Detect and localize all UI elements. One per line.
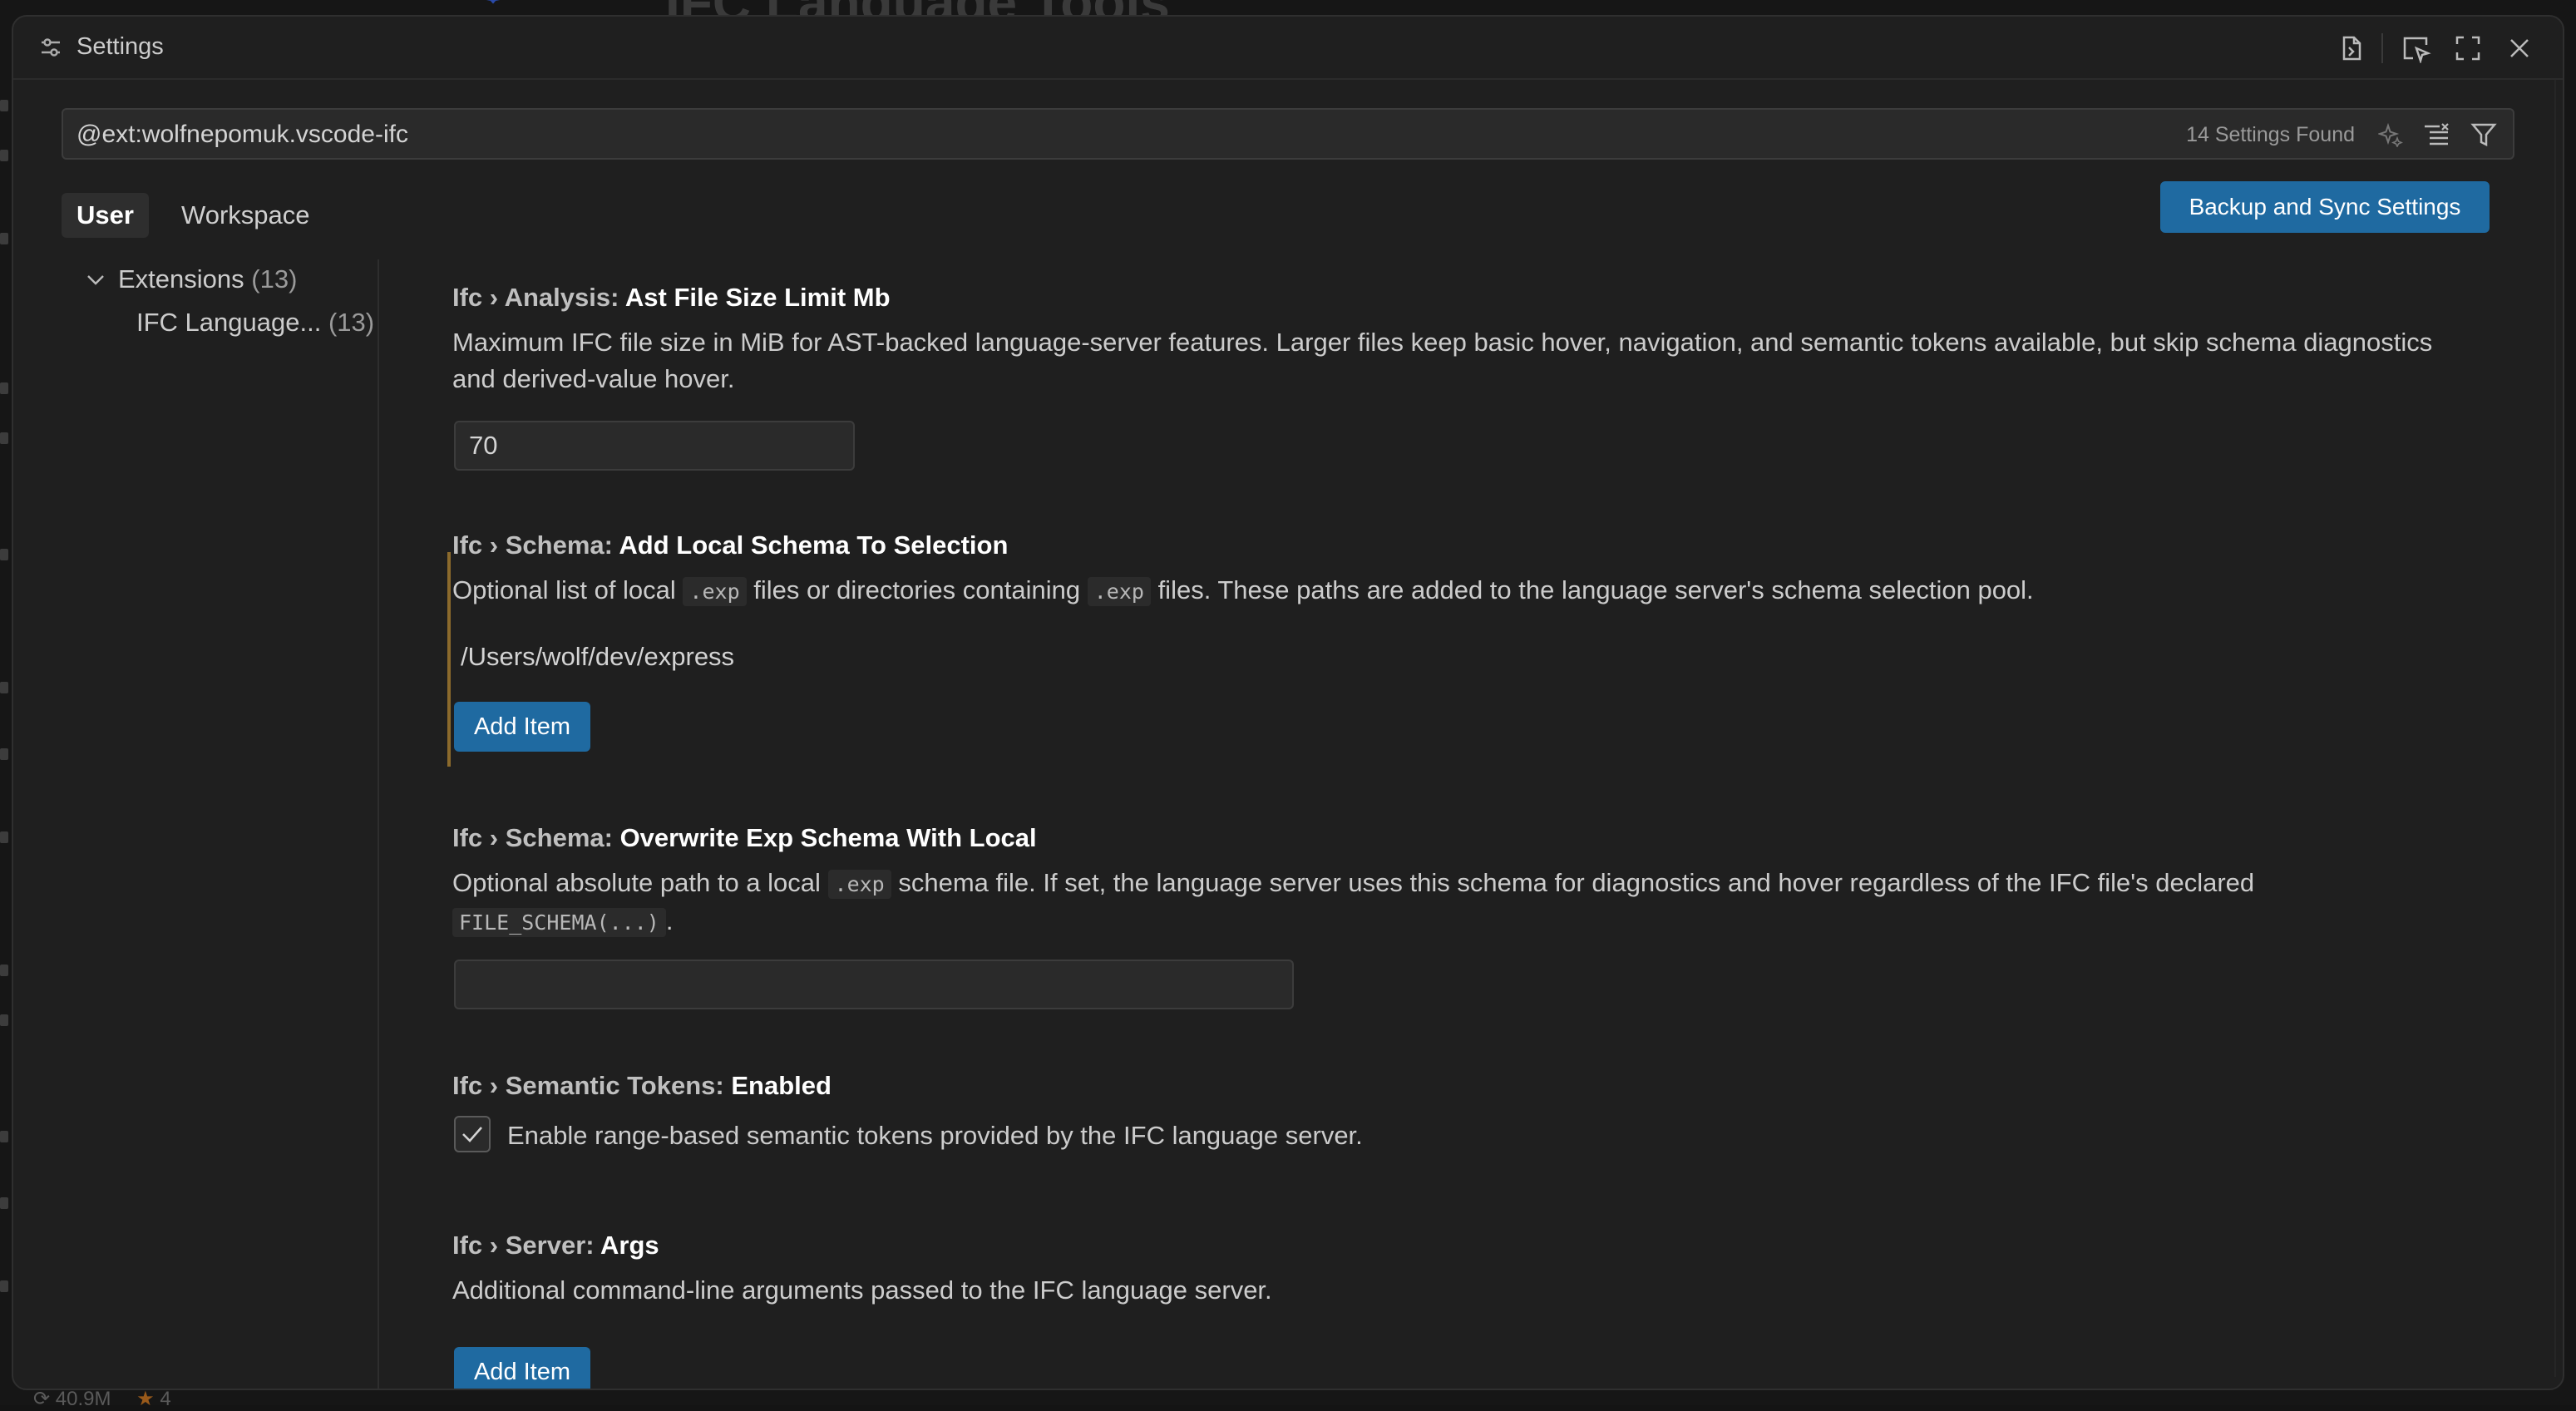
add-schema-item-button[interactable]: Add Item xyxy=(454,702,590,752)
open-json-icon xyxy=(2342,36,2361,61)
filter-icon xyxy=(2470,123,2497,147)
setting-name: Add Local Schema To Selection xyxy=(619,530,1009,560)
background-sidebar-fragments xyxy=(0,83,10,1380)
setting-header: Ifc › Semantic Tokens: Enabled xyxy=(452,1071,2498,1101)
clear-filter-icon xyxy=(2425,123,2449,146)
tree-extensions[interactable]: Extensions (13) xyxy=(85,264,297,294)
background-status: ⟳ 40.9M ★ 4 xyxy=(33,1387,171,1411)
select-element-button[interactable] xyxy=(2398,30,2435,67)
downloads-icon: ⟳ xyxy=(33,1388,51,1410)
setting-name: Enabled xyxy=(731,1071,832,1100)
schema-list-item[interactable]: /Users/wolf/dev/express xyxy=(461,642,734,672)
setting-header: Ifc › Schema: Add Local Schema To Select… xyxy=(452,530,2498,560)
setting-name: Overwrite Exp Schema With Local xyxy=(619,823,1037,852)
setting-description: Maximum IFC file size in MiB for AST-bac… xyxy=(452,328,2433,393)
checkmark-icon xyxy=(462,1127,482,1142)
chevron-down-icon xyxy=(87,275,104,285)
rating-icon: ★ xyxy=(136,1388,155,1410)
setting-description: Optional absolute path to a local .exp s… xyxy=(452,868,2255,937)
setting-server-args: Ifc › Server: Args Additional command-li… xyxy=(452,1231,2498,1309)
scrollbar-track[interactable] xyxy=(2554,80,2556,1377)
setting-description: Additional command-line arguments passed… xyxy=(452,1275,1272,1305)
rating-count: 4 xyxy=(160,1388,171,1410)
maximize-icon xyxy=(2455,36,2480,61)
add-arg-item-button[interactable]: Add Item xyxy=(454,1347,590,1389)
tree-ifc-label: IFC Language... xyxy=(136,308,322,337)
inline-code: .exp xyxy=(827,870,891,899)
tree-extensions-label: Extensions xyxy=(118,264,244,294)
maximize-button[interactable] xyxy=(2450,30,2486,67)
tab-user[interactable]: User xyxy=(62,193,149,238)
filter-button[interactable] xyxy=(2468,119,2500,150)
inline-code: .exp xyxy=(683,577,747,606)
setting-category: Ifc › Schema: xyxy=(452,823,620,852)
setting-header: Ifc › Schema: Overwrite Exp Schema With … xyxy=(452,823,2498,853)
backup-sync-button[interactable]: Backup and Sync Settings xyxy=(2160,181,2490,233)
close-icon xyxy=(2510,39,2529,57)
clear-filter-button[interactable] xyxy=(2421,119,2453,150)
tree-ifc-count: (13) xyxy=(328,308,375,337)
setting-description: Optional list of local .exp files or dir… xyxy=(452,575,2034,606)
tree-ifc-language[interactable]: IFC Language... (13) xyxy=(136,308,374,338)
titlebar-actions xyxy=(2318,30,2538,67)
setting-category: Ifc › Semantic Tokens: xyxy=(452,1071,732,1100)
settings-window: Settings @ext:wolfnepomuk.vscode-ifc 14 … xyxy=(12,15,2564,1390)
select-element-icon xyxy=(2403,37,2431,63)
settings-found-count: 14 Settings Found xyxy=(2186,123,2355,146)
setting-semantic-tokens: Ifc › Semantic Tokens: Enabled xyxy=(452,1071,2498,1101)
setting-name: Ast File Size Limit Mb xyxy=(624,283,891,312)
ai-search-button[interactable] xyxy=(2375,119,2406,150)
download-count: 40.9M xyxy=(55,1388,111,1410)
settings-title: Settings xyxy=(76,33,164,60)
extension-logo-icon xyxy=(486,0,500,4)
setting-header: Ifc › Server: Args xyxy=(452,1231,2498,1261)
semantic-tokens-label: Enable range-based semantic tokens provi… xyxy=(507,1121,1363,1150)
modified-indicator xyxy=(447,552,451,767)
setting-add-local-schema: Ifc › Schema: Add Local Schema To Select… xyxy=(452,530,2498,610)
setting-category: Ifc › Analysis: xyxy=(452,283,625,312)
ast-file-size-input[interactable]: 70 xyxy=(454,421,855,471)
titlebar-separator xyxy=(2381,33,2383,63)
setting-name: Args xyxy=(600,1231,659,1260)
tab-workspace[interactable]: Workspace xyxy=(166,193,325,238)
tree-divider xyxy=(378,259,379,1389)
setting-category: Ifc › Schema: xyxy=(452,530,619,560)
overwrite-schema-input[interactable] xyxy=(454,960,1294,1009)
inline-code: FILE_SCHEMA(...) xyxy=(452,908,666,937)
setting-category: Ifc › Server: xyxy=(452,1231,601,1260)
inline-code: .exp xyxy=(1087,577,1151,606)
settings-search-input[interactable]: @ext:wolfnepomuk.vscode-ifc 14 Settings … xyxy=(62,108,2514,160)
setting-ast-file-size-limit: Ifc › Analysis: Ast File Size Limit Mb M… xyxy=(452,283,2498,397)
semantic-tokens-checkbox[interactable] xyxy=(454,1116,491,1152)
setting-overwrite-exp-schema: Ifc › Schema: Overwrite Exp Schema With … xyxy=(452,823,2498,941)
close-button[interactable] xyxy=(2501,30,2538,67)
settings-titlebar: Settings xyxy=(13,17,2563,80)
open-json-button[interactable] xyxy=(2333,30,2370,67)
setting-header: Ifc › Analysis: Ast File Size Limit Mb xyxy=(452,283,2498,313)
tree-extensions-count: (13) xyxy=(251,264,298,294)
sparkle-icon xyxy=(2378,122,2403,147)
search-query: @ext:wolfnepomuk.vscode-ifc xyxy=(76,121,408,148)
settings-sliders-icon xyxy=(42,38,60,57)
